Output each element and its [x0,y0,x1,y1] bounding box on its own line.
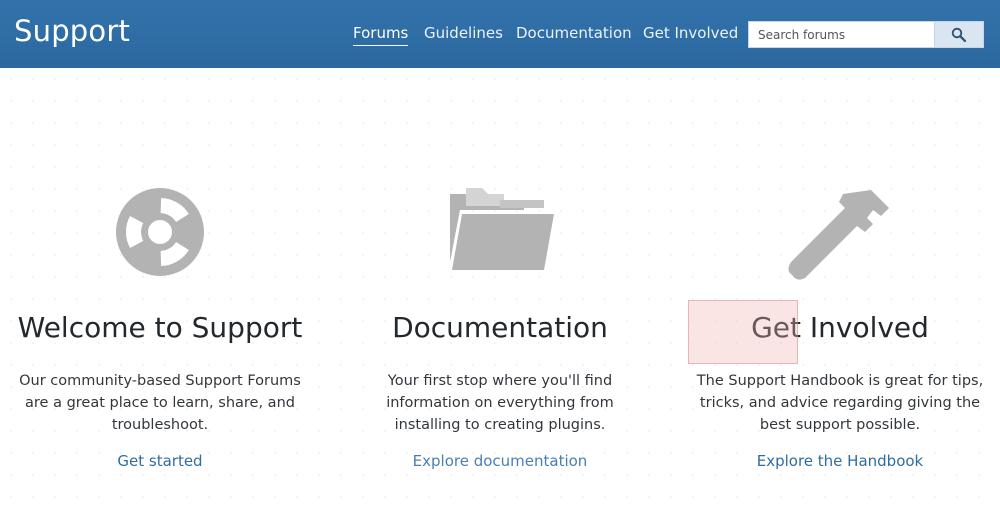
site-title[interactable]: Support [14,14,130,48]
documentation-title: Documentation [392,311,608,344]
explore-documentation-link[interactable]: Explore documentation [335,452,665,470]
search-form [748,21,984,48]
welcome-description: Our community-based Support Forums are a… [19,373,301,433]
explore-handbook-link[interactable]: Explore the Handbook [675,452,1000,470]
site-header: Support Forums Guidelines Documentation … [0,0,1000,68]
get-involved-description: The Support Handbook is great for tips, … [696,373,984,433]
main-content: Welcome to Support Our community-based S… [0,68,1000,510]
welcome-column: Welcome to Support Our community-based S… [0,68,325,510]
search-icon [951,27,967,43]
folder-icon [450,188,554,270]
get-involved-column: Get Involved The Support Handbook is gre… [675,68,1000,510]
nav-forums[interactable]: Forums [353,24,409,46]
lifebuoy-icon [116,188,204,276]
nav-get-involved[interactable]: Get Involved [643,24,738,42]
hammer-icon [788,190,889,280]
watermark-stamp [688,300,798,364]
documentation-description: Your first stop where you'll find inform… [386,373,614,433]
get-started-link[interactable]: Get started [0,452,325,470]
nav-guidelines[interactable]: Guidelines [424,24,503,42]
search-button[interactable] [934,22,983,47]
search-input[interactable] [749,22,935,47]
welcome-title: Welcome to Support [17,311,303,344]
documentation-column: Documentation Your first stop where you'… [335,68,665,510]
nav-documentation[interactable]: Documentation [516,24,632,42]
